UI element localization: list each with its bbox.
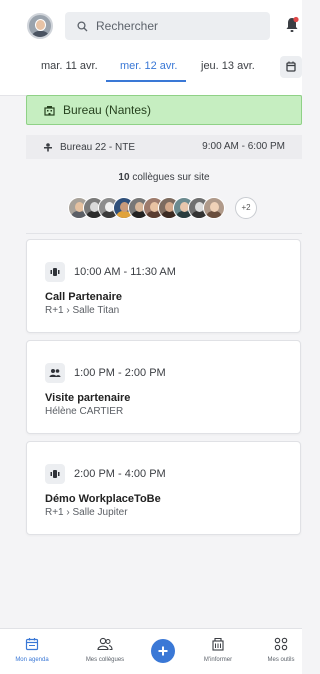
colleague-avatars[interactable]: +2: [68, 197, 268, 221]
office-name: Bureau 22 - NTE: [60, 141, 136, 153]
notification-bell-icon[interactable]: [285, 16, 299, 34]
nav-tools[interactable]: Mes outils: [251, 637, 311, 663]
bottom-nav: Mon agenda Mes collègues M'informer Mes …: [0, 628, 302, 674]
office-row[interactable]: Bureau 22 - NTE 9:00 AM - 6:00 PM: [26, 135, 302, 159]
event-card[interactable]: 1:00 PM - 2:00 PM Visite partenaire Hélè…: [26, 340, 301, 434]
event-time: 2:00 PM - 4:00 PM: [74, 468, 166, 480]
workplace-label: Bureau (Nantes): [63, 103, 152, 117]
calendar-button[interactable]: [280, 56, 302, 78]
date-tabs: mar. 11 avr. mer. 12 avr. jeu. 13 avr.: [0, 52, 302, 82]
desk-icon: [44, 143, 52, 152]
date-tab-current[interactable]: mer. 12 avr.: [120, 60, 177, 72]
room-icon: [45, 262, 65, 282]
workplace-banner[interactable]: Bureau (Nantes): [26, 95, 302, 125]
event-card[interactable]: 10:00 AM - 11:30 AM Call Partenaire R+1 …: [26, 239, 301, 333]
more-colleagues-badge[interactable]: +2: [235, 197, 257, 219]
building-icon: [44, 105, 55, 116]
event-location: R+1 › Salle Jupiter: [45, 507, 128, 518]
office-hours: 9:00 AM - 6:00 PM: [202, 141, 285, 152]
add-button[interactable]: [151, 639, 175, 663]
nav-colleagues[interactable]: Mes collègues: [75, 637, 135, 663]
building-icon: [212, 637, 224, 651]
event-title: Call Partenaire: [45, 291, 123, 303]
nav-agenda[interactable]: Mon agenda: [2, 637, 62, 663]
plus-icon: [158, 646, 168, 656]
avatar: [203, 197, 225, 219]
date-tab-prev[interactable]: mar. 11 avr.: [41, 60, 98, 72]
divider: [26, 233, 302, 234]
calendar-icon: [25, 638, 39, 651]
nav-inform-label: M'informer: [203, 657, 233, 663]
search-icon: [77, 20, 88, 31]
people-icon: [97, 637, 113, 651]
event-title: Démo WorkplaceToBe: [45, 493, 161, 505]
event-time: 1:00 PM - 2:00 PM: [74, 367, 166, 379]
grid-icon: [274, 637, 288, 651]
active-tab-indicator: [106, 80, 186, 82]
user-avatar[interactable]: [27, 13, 53, 39]
nav-tools-label: Mes outils: [267, 657, 295, 663]
nav-colleagues-label: Mes collègues: [85, 657, 125, 663]
event-location: R+1 › Salle Titan: [45, 305, 120, 316]
people-icon: [45, 363, 65, 383]
colleagues-label: collègues sur site: [132, 172, 210, 183]
event-title: Visite partenaire: [45, 392, 131, 404]
event-participant: Hélène CARTIER: [45, 406, 124, 417]
calendar-icon: [286, 61, 296, 72]
event-card[interactable]: 2:00 PM - 4:00 PM Démo WorkplaceToBe R+1…: [26, 441, 301, 535]
nav-agenda-label: Mon agenda: [15, 657, 49, 663]
search-placeholder: Rechercher: [96, 19, 159, 33]
nav-inform[interactable]: M'informer: [188, 637, 248, 663]
app-header: Rechercher mar. 11 avr. mer. 12 avr. jeu…: [0, 0, 302, 96]
search-input[interactable]: Rechercher: [65, 12, 270, 40]
date-tab-next[interactable]: jeu. 13 avr.: [201, 60, 255, 72]
colleagues-count: 10: [118, 172, 130, 183]
room-icon: [45, 464, 65, 484]
colleagues-count-text: 10 collègues sur site: [26, 172, 302, 183]
event-time: 10:00 AM - 11:30 AM: [74, 266, 176, 278]
